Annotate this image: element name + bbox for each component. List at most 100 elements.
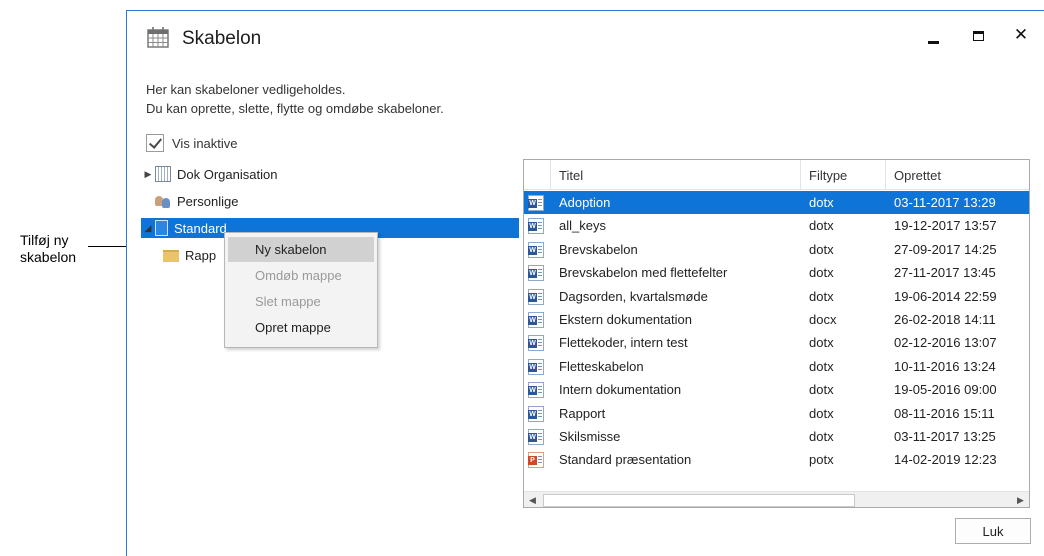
- show-inactive-checkbox[interactable]: [146, 134, 164, 152]
- table-row[interactable]: W Adoption dotx 03-11-2017 13:29: [524, 191, 1029, 215]
- minimize-icon: [928, 41, 939, 44]
- column-header-oprettet[interactable]: Oprettet: [886, 160, 1029, 190]
- tree-item-dok-organisation[interactable]: ▶ Dok Organisation: [141, 164, 277, 184]
- title-bar[interactable]: Skabelon ✕: [127, 11, 1044, 69]
- powerpoint-file-icon: P: [528, 452, 544, 469]
- folder-icon: [163, 250, 179, 262]
- table-row[interactable]: W Skilsmisse dotx 03-11-2017 13:25: [524, 425, 1029, 448]
- cell-filetype: dotx: [809, 288, 834, 304]
- table-row[interactable]: W Fletteskabelon dotx 10-11-2016 13:24: [524, 355, 1029, 378]
- word-file-icon: W: [528, 428, 544, 445]
- menu-item-ny-skabelon[interactable]: Ny skabelon: [228, 237, 374, 262]
- cell-filetype: dotx: [809, 382, 834, 398]
- show-inactive-row[interactable]: Vis inaktive: [146, 133, 238, 153]
- word-file-icon: W: [528, 311, 544, 328]
- word-file-icon: W: [528, 241, 544, 258]
- cell-title: Adoption: [559, 195, 611, 210]
- cell-created: 10-11-2016 13:24: [894, 358, 996, 374]
- luk-button[interactable]: Luk: [955, 518, 1031, 544]
- cell-created: 19-06-2014 22:59: [894, 288, 997, 304]
- table-row[interactable]: W Rapport dotx 08-11-2016 15:11: [524, 402, 1029, 425]
- cell-created: 03-11-2017 13:25: [894, 428, 996, 444]
- file-icon-cell: P: [524, 448, 551, 471]
- cell-created: 03-11-2017 13:29: [894, 195, 996, 210]
- cell-title: Skilsmisse: [559, 428, 621, 444]
- cell-filetype: docx: [809, 311, 837, 327]
- people-icon: [155, 193, 171, 209]
- scroll-left-icon[interactable]: ◀: [524, 492, 541, 507]
- table-header: Titel Filtype Oprettet: [524, 160, 1029, 190]
- skabelon-window: Skabelon ✕ Her kan skabeloner vedligehol…: [126, 10, 1044, 556]
- cell-created: 14-02-2019 12:23: [894, 452, 997, 468]
- table-row[interactable]: W Brevskabelon med flettefelter dotx 27-11-…: [524, 261, 1029, 284]
- cell-filetype: dotx: [809, 335, 834, 351]
- description: Her kan skabeloner vedligeholdes. Du kan…: [146, 80, 444, 118]
- table-row[interactable]: Wall_keys dotx 19-12-2017 13:57: [524, 214, 1029, 237]
- column-header-titel[interactable]: Titel: [551, 160, 801, 190]
- file-icon-cell: W: [524, 402, 551, 425]
- cell-filetype: dotx: [809, 428, 834, 444]
- word-file-icon: W: [528, 195, 544, 211]
- tree-item-rapport-folder[interactable]: Rapp: [163, 245, 216, 265]
- cell-created: 26-02-2018 14:11: [894, 311, 996, 327]
- table-row[interactable]: W Flettekoder, intern test dotx 02-12-2016 …: [524, 331, 1029, 354]
- template-table: Titel Filtype Oprettet W Adoption dotx 03-1…: [523, 159, 1030, 508]
- file-icon-cell: W: [524, 355, 551, 378]
- tree-item-personlige[interactable]: Personlige: [141, 191, 238, 211]
- tree-item-label: Rapp: [185, 247, 217, 263]
- horizontal-scrollbar[interactable]: ◀ ▶: [524, 491, 1029, 507]
- table-row[interactable]: P Standard præsentation potx 14-02-2019 12:…: [524, 448, 1029, 471]
- scroll-right-icon[interactable]: ▶: [1012, 492, 1029, 507]
- cell-title: Flettekoder, intern test: [559, 335, 688, 351]
- word-file-icon: W: [528, 265, 544, 282]
- cell-created: 19-05-2016 09:00: [894, 382, 997, 398]
- tree-item-label: Personlige: [177, 193, 239, 209]
- menu-item-slet-mappe[interactable]: Slet mappe: [228, 289, 374, 314]
- word-file-icon: W: [528, 335, 544, 352]
- file-icon-cell: W: [524, 378, 551, 401]
- collapse-arrow-icon[interactable]: ◢: [141, 223, 155, 234]
- tree-item-label: Standard: [174, 220, 227, 236]
- calendar-grid-icon: [147, 27, 169, 48]
- maximize-button[interactable]: [961, 23, 997, 53]
- cell-title: Standard præsentation: [559, 452, 692, 468]
- cell-title: Dagsorden, kvartalsmøde: [559, 288, 708, 304]
- cell-created: 08-11-2016 15:11: [894, 405, 995, 421]
- word-file-icon: W: [528, 405, 544, 422]
- cell-title: Brevskabelon med flettefelter: [559, 265, 728, 281]
- cell-filetype: dotx: [809, 241, 834, 257]
- cell-title: Intern dokumentation: [559, 382, 682, 398]
- word-file-icon: W: [528, 382, 544, 399]
- close-window-button[interactable]: ✕: [1003, 23, 1039, 53]
- table-row[interactable]: W Ekstern dokumentation docx 26-02-2018 14:…: [524, 308, 1029, 331]
- cell-title: all_keys: [559, 218, 606, 234]
- scrollbar-thumb[interactable]: [543, 494, 855, 507]
- column-header-filtype[interactable]: Filtype: [801, 160, 886, 190]
- table-row[interactable]: W Intern dokumentation dotx 19-05-2016 09:0…: [524, 378, 1029, 401]
- cell-title: Ekstern dokumentation: [559, 311, 692, 327]
- file-icon-cell: W: [524, 331, 551, 354]
- window-title: Skabelon: [182, 28, 262, 49]
- cell-title: Brevskabelon: [559, 241, 638, 257]
- menu-item-opret-mappe[interactable]: Opret mappe: [228, 315, 374, 340]
- column-header-icon[interactable]: [524, 160, 551, 190]
- callout-label: Tilføj ny skabelon: [20, 232, 76, 266]
- table-body: W Adoption dotx 03-11-2017 13:29 Wall_keys do…: [524, 191, 1029, 472]
- cell-created: 02-12-2016 13:07: [894, 335, 997, 351]
- description-line-1: Her kan skabeloner vedligeholdes.: [146, 82, 346, 97]
- cell-title: Rapport: [559, 405, 606, 421]
- table-row[interactable]: W Brevskabelon dotx 27-09-2017 14:25: [524, 238, 1029, 261]
- word-file-icon: W: [528, 288, 544, 305]
- expand-arrow-icon[interactable]: ▶: [141, 169, 155, 180]
- minimize-button[interactable]: [916, 23, 952, 53]
- word-file-icon: W: [528, 358, 544, 375]
- word-file-icon: W: [528, 218, 544, 235]
- cell-created: 19-12-2017 13:57: [894, 218, 997, 234]
- building-icon: [155, 166, 171, 182]
- cell-title: Fletteskabelon: [559, 358, 644, 374]
- cell-filetype: dotx: [809, 405, 834, 421]
- file-icon-cell: W: [524, 425, 551, 448]
- table-row[interactable]: W Dagsorden, kvartalsmøde dotx 19-06-2014 2…: [524, 285, 1029, 308]
- callout-line-1: Tilføj ny: [20, 232, 69, 248]
- menu-item-omdoeb-mappe[interactable]: Omdøb mappe: [228, 263, 374, 288]
